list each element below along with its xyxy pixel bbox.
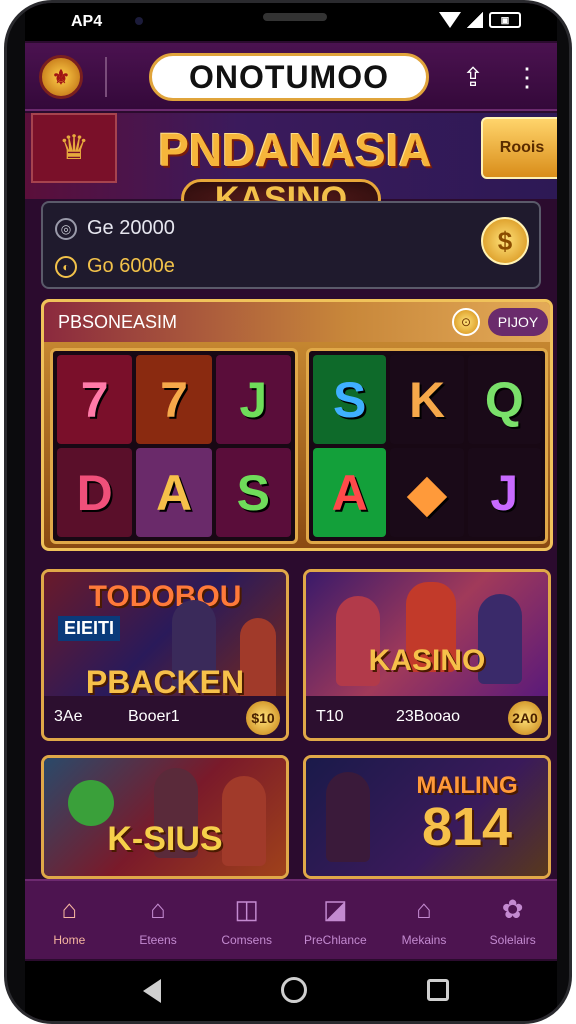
slot-symbol: ◆: [390, 448, 464, 537]
slot-symbol: 7: [136, 355, 212, 444]
slot-reels-left[interactable]: 77JDAS: [50, 348, 298, 544]
banner-title: PNDANASIA: [158, 124, 432, 176]
logo-icon[interactable]: ⚜: [39, 55, 83, 99]
nav-item-solelairs[interactable]: ✿ Solelairs: [468, 881, 557, 959]
status-bar: AP4 ▣: [25, 3, 557, 41]
card-title: K-SIUS: [107, 820, 223, 858]
card-title: 814: [421, 797, 513, 857]
slot-play-button[interactable]: PIJOY: [488, 308, 548, 336]
controller-icon: ◫: [234, 893, 259, 924]
brand-title: ONOTUMOO: [149, 53, 429, 101]
bottom-navigation: ⌂ Home ⌂ Eteens ◫ Comsens ◪ PreChlance ⌂…: [25, 879, 557, 959]
nav-item-comsens[interactable]: ◫ Comsens: [202, 881, 291, 959]
slot-symbol: D: [57, 448, 133, 537]
balance-value: Ge 20000: [87, 217, 175, 239]
slot-symbol: A: [313, 448, 387, 537]
card-stat-2: 23Booao: [396, 708, 461, 725]
game-card-mailing[interactable]: MAILING 814: [303, 755, 551, 879]
status-icons: ▣: [439, 12, 521, 28]
header-divider: [105, 57, 107, 97]
card-footer: T10 23Booao 2A0: [306, 696, 548, 738]
more-options-icon[interactable]: ⋮: [509, 59, 545, 95]
recent-apps-icon[interactable]: [427, 979, 449, 1001]
nav-item-prechlance[interactable]: ◪ PreChlance: [291, 881, 380, 959]
balance-row-primary: ◎ Ge 20000: [55, 217, 175, 240]
card-art: TODOBOU EIEITI PBACKEN: [44, 572, 286, 708]
slot-title: PBSONEASIM: [58, 312, 178, 332]
card-art: KASINO: [306, 572, 548, 696]
card-top-text: TODOBOU: [88, 580, 242, 613]
app-screen: AP4 ▣ ⚜ ONOTUMOO ⇪ ⋮ ♛ PNDANASIA KASINO …: [25, 3, 557, 1021]
phone-frame: AP4 ▣ ⚜ ONOTUMOO ⇪ ⋮ ♛ PNDANASIA KASINO …: [4, 0, 572, 1024]
promo-icon: ◪: [323, 893, 348, 924]
battery-icon: ▣: [489, 12, 521, 28]
slot-symbol: S: [313, 355, 387, 444]
balance-icon: ◎: [55, 217, 77, 240]
nav-label: Home: [53, 933, 86, 947]
slot-machine-panel: PBSONEASIM ⊙ PIJOY 77JDAS S K Q A ◆ J: [41, 299, 553, 551]
slot-symbol: K: [390, 355, 464, 444]
slot-symbol: S: [215, 448, 291, 537]
settings-icon: ✿: [501, 893, 524, 924]
game-card-ksius[interactable]: K-SIUS: [41, 755, 289, 879]
game-card-kasino[interactable]: KASINO T10 23Booao 2A0: [303, 569, 551, 741]
card-coin-badge[interactable]: 2A0: [508, 701, 542, 735]
nav-item-mekains[interactable]: ⌂ Mekains: [380, 881, 469, 959]
status-time: AP4: [71, 13, 103, 30]
nav-label: Eteens: [139, 933, 177, 947]
promo-banner: ♛ PNDANASIA KASINO Roois: [25, 113, 557, 219]
balance-row-secondary: ◐ Go 6000e: [55, 255, 175, 278]
slot-symbol: Q: [467, 355, 541, 444]
slot-symbol: A: [136, 448, 212, 537]
slot-symbol: 7: [57, 355, 133, 444]
nav-label: PreChlance: [304, 933, 367, 947]
nav-item-eteens[interactable]: ⌂ Eteens: [114, 881, 203, 959]
app-header: ⚜ ONOTUMOO ⇪ ⋮: [25, 43, 557, 111]
nav-label: Mekains: [401, 933, 447, 947]
slot-symbol: J: [467, 448, 541, 537]
nav-item-home[interactable]: ⌂ Home: [25, 881, 114, 959]
card-title: KASINO: [368, 644, 486, 677]
bonus-icon: ◐: [55, 255, 77, 278]
home-button-icon[interactable]: [281, 977, 307, 1003]
slot-reels-right[interactable]: S K Q A ◆ J: [306, 348, 548, 544]
slot-header: PBSONEASIM ⊙ PIJOY: [44, 302, 550, 342]
crown-emblem-icon: ♛: [31, 113, 117, 183]
slot-coin-icon[interactable]: ⊙: [452, 308, 480, 336]
store-icon: ⌂: [416, 893, 432, 924]
share-icon[interactable]: ⇪: [455, 59, 491, 95]
bonus-value: Go 6000e: [87, 255, 175, 277]
nav-label: Comsens: [221, 933, 273, 947]
wifi-icon: [439, 12, 461, 28]
card-stat-2: Booer1: [128, 708, 180, 725]
coin-deposit-button[interactable]: $: [481, 217, 529, 265]
card-stat-1: T10: [316, 708, 344, 725]
slot-symbol: J: [215, 355, 291, 444]
system-navigation-bar: [25, 961, 557, 1021]
game-card-pbacken[interactable]: TODOBOU EIEITI PBACKEN 3Ae Booer1 $10: [41, 569, 289, 741]
gift-icon: ⌂: [150, 893, 166, 924]
signal-icon: [467, 12, 483, 28]
back-icon[interactable]: [143, 979, 161, 1003]
balance-panel: ◎ Ge 20000 ◐ Go 6000e $: [41, 201, 541, 289]
speaker-pill: [263, 13, 327, 21]
nav-label: Solelairs: [489, 933, 536, 947]
camera-dot: [135, 17, 143, 25]
card-footer: 3Ae Booer1 $10: [44, 696, 286, 738]
card-art: K-SIUS: [44, 758, 286, 876]
card-stat-1: 3Ae: [54, 708, 83, 725]
banner-button[interactable]: Roois: [481, 117, 557, 179]
card-tag: EIEITI: [58, 616, 121, 641]
card-coin-badge[interactable]: $10: [246, 701, 280, 735]
card-art: MAILING 814: [306, 758, 548, 876]
home-icon: ⌂: [61, 893, 78, 924]
